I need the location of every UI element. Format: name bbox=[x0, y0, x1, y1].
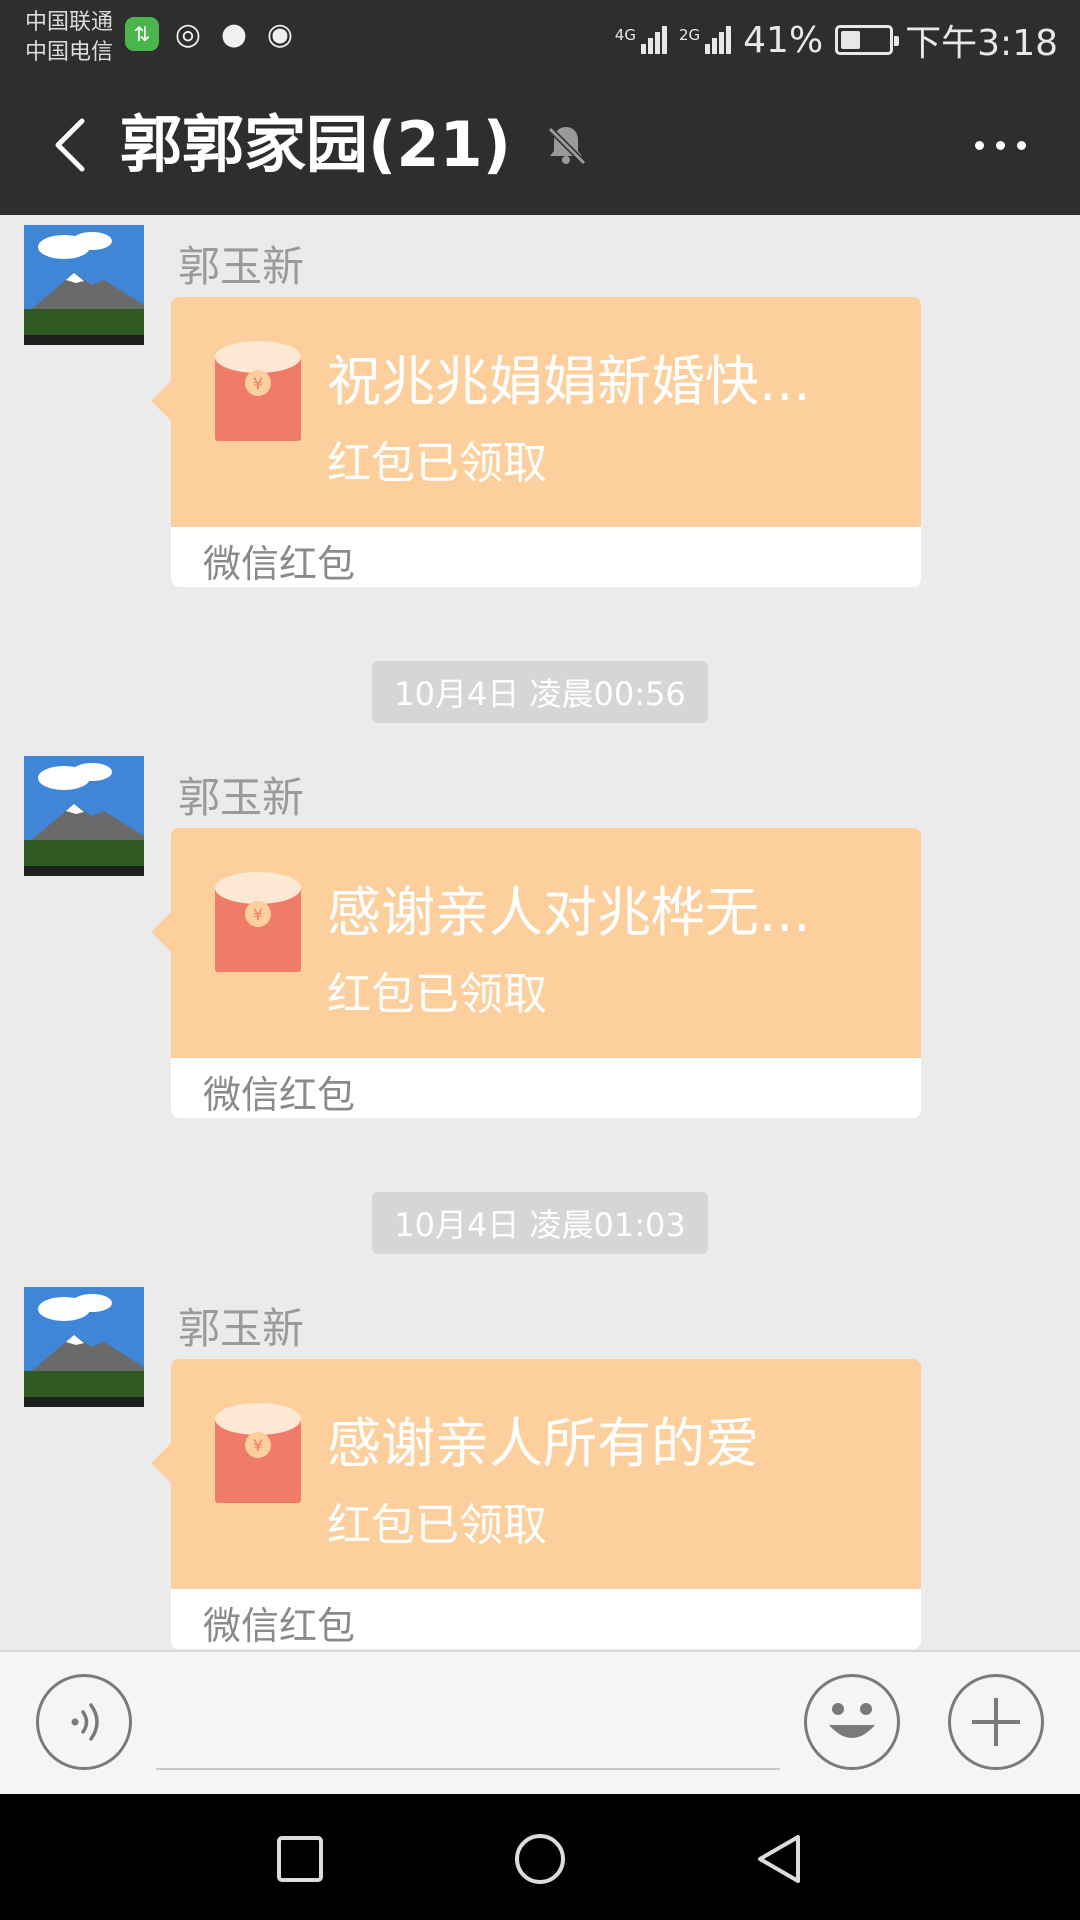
sender-name: 郭玉新 bbox=[178, 1304, 305, 1353]
svg-text:¥: ¥ bbox=[253, 374, 263, 393]
browser-icon: ◉ bbox=[266, 16, 294, 52]
smiley-icon bbox=[829, 1703, 875, 1738]
red-packet-status: 红包已领取 bbox=[327, 1500, 547, 1551]
red-packet-status: 红包已领取 bbox=[327, 969, 547, 1020]
battery-percent: 41% bbox=[743, 19, 824, 61]
signal-2g-icon: 2G bbox=[679, 26, 732, 54]
red-packet-brand: 微信红包 bbox=[203, 1073, 356, 1117]
red-envelope-icon: ¥ bbox=[215, 872, 301, 972]
chat-message-list[interactable]: 郭玉新 ¥ 祝兆兆娟娟新婚快... 红包已领取 微信红包 10月4日 凌晨00:… bbox=[0, 215, 1080, 1650]
mountain-avatar-icon bbox=[24, 756, 144, 876]
page-title: 郭郭家园(21) bbox=[120, 108, 511, 181]
avatar[interactable] bbox=[24, 1287, 144, 1407]
red-packet-card[interactable]: ¥ 感谢亲人所有的爱 红包已领取 微信红包 bbox=[151, 1359, 921, 1649]
sender-name: 郭玉新 bbox=[178, 773, 305, 822]
red-packet-greeting: 祝兆兆娟娟新婚快... bbox=[327, 350, 811, 413]
voice-input-button[interactable] bbox=[36, 1674, 132, 1770]
sender-name: 郭玉新 bbox=[178, 242, 305, 291]
message-input[interactable] bbox=[156, 1676, 780, 1770]
red-envelope-icon: ¥ bbox=[215, 341, 301, 441]
camera-lens-icon: ◎ bbox=[174, 16, 202, 52]
back-button[interactable] bbox=[30, 105, 110, 185]
red-packet-card[interactable]: ¥ 祝兆兆娟娟新婚快... 红包已领取 微信红包 bbox=[151, 297, 921, 587]
square-icon bbox=[277, 1836, 323, 1882]
status-right: 4G 2G 41% 下午3:18 bbox=[615, 14, 1058, 66]
circle-icon bbox=[515, 1834, 565, 1884]
red-packet-greeting: 感谢亲人所有的爱 bbox=[327, 1412, 759, 1475]
red-packet-card[interactable]: ¥ 感谢亲人对兆桦无... 红包已领取 微信红包 bbox=[151, 828, 921, 1118]
carrier-info: 中国联通 中国电信 bbox=[25, 8, 113, 68]
signal-4g-icon: 4G bbox=[615, 26, 667, 54]
mountain-avatar-icon bbox=[24, 1287, 144, 1407]
svg-text:¥: ¥ bbox=[253, 1436, 263, 1455]
red-packet-brand: 微信红包 bbox=[203, 542, 356, 586]
triangle-back-icon bbox=[758, 1835, 800, 1883]
clock: 下午3:18 bbox=[905, 23, 1058, 64]
recents-button[interactable] bbox=[265, 1824, 335, 1894]
more-dot-icon bbox=[995, 140, 1005, 150]
input-bar bbox=[0, 1650, 1080, 1794]
status-bar: 中国联通 中国电信 ⇅ ◎ ● ◉ 4G 2G 41% 下午3:18 bbox=[0, 0, 1080, 75]
avatar[interactable] bbox=[24, 756, 144, 876]
timestamp: 10月4日 凌晨01:03 bbox=[372, 1192, 708, 1254]
red-packet-greeting: 感谢亲人对兆桦无... bbox=[327, 881, 811, 944]
chat-bubble-icon: ● bbox=[220, 16, 248, 52]
more-dot-icon bbox=[1016, 140, 1026, 150]
back-arrow-icon bbox=[55, 118, 85, 172]
voice-icon bbox=[71, 1703, 99, 1741]
plus-icon bbox=[972, 1698, 1020, 1746]
mute-bell-icon bbox=[547, 126, 587, 166]
system-nav-bar bbox=[0, 1794, 1080, 1920]
red-packet-status: 红包已领取 bbox=[327, 438, 547, 489]
carrier-2: 中国电信 bbox=[25, 40, 114, 65]
chat-header: 郭郭家园(21) bbox=[0, 75, 1080, 215]
emoji-button[interactable] bbox=[804, 1674, 900, 1770]
notification-icons: ⇅ ◎ ● ◉ bbox=[125, 16, 297, 52]
sync-icon: ⇅ bbox=[125, 17, 159, 51]
svg-text:¥: ¥ bbox=[253, 905, 263, 924]
timestamp: 10月4日 凌晨00:56 bbox=[372, 661, 708, 723]
red-packet-brand: 微信红包 bbox=[203, 1604, 356, 1648]
more-functions-button[interactable] bbox=[948, 1674, 1044, 1770]
battery-icon bbox=[835, 25, 900, 55]
home-button[interactable] bbox=[505, 1824, 575, 1894]
avatar[interactable] bbox=[24, 225, 144, 345]
red-envelope-icon: ¥ bbox=[215, 1403, 301, 1503]
more-options-button[interactable] bbox=[950, 105, 1050, 185]
carrier-1: 中国联通 bbox=[25, 10, 114, 35]
more-dot-icon bbox=[974, 140, 984, 150]
back-nav-button[interactable] bbox=[745, 1824, 815, 1894]
mountain-avatar-icon bbox=[24, 225, 144, 345]
